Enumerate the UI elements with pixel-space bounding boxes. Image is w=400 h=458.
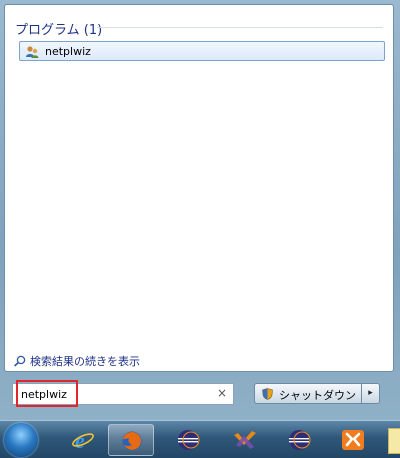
see-more-results-link[interactable]: 検索結果の続きを表示 bbox=[13, 353, 140, 369]
programs-group-header: プログラム (1) bbox=[15, 23, 103, 38]
visual-studio-icon[interactable] bbox=[221, 424, 267, 456]
eclipse-icon[interactable] bbox=[165, 424, 211, 456]
start-menu: プログラム (1) netplwiz 検索結果の続きを表示 netplwiz ×… bbox=[0, 0, 400, 420]
search-results-panel: プログラム (1) netplwiz 検索結果の続きを表示 bbox=[4, 4, 394, 372]
group-divider bbox=[97, 27, 383, 28]
xampp-icon[interactable] bbox=[330, 424, 376, 456]
result-item-netplwiz[interactable]: netplwiz bbox=[19, 41, 385, 61]
shield-icon bbox=[262, 388, 273, 400]
users-accounts-icon bbox=[25, 45, 39, 59]
result-item-label: netplwiz bbox=[45, 45, 91, 58]
start-orb-icon[interactable] bbox=[4, 423, 38, 457]
internet-explorer-icon[interactable]: e bbox=[60, 424, 106, 456]
taskbar: e bbox=[0, 420, 400, 458]
see-more-label: 検索結果の続きを表示 bbox=[30, 355, 140, 368]
firefox-icon[interactable] bbox=[108, 424, 154, 456]
eclipse-icon[interactable] bbox=[276, 424, 322, 456]
clear-search-icon[interactable]: × bbox=[217, 386, 227, 400]
magnifier-icon bbox=[13, 355, 27, 367]
shutdown-options-arrow[interactable]: ▸ bbox=[361, 383, 380, 404]
shutdown-label: シャットダウン bbox=[279, 389, 356, 402]
search-highlight-box bbox=[16, 380, 78, 407]
shutdown-button[interactable]: シャットダウン bbox=[254, 383, 362, 404]
taskbar-partial-item[interactable] bbox=[386, 424, 400, 456]
